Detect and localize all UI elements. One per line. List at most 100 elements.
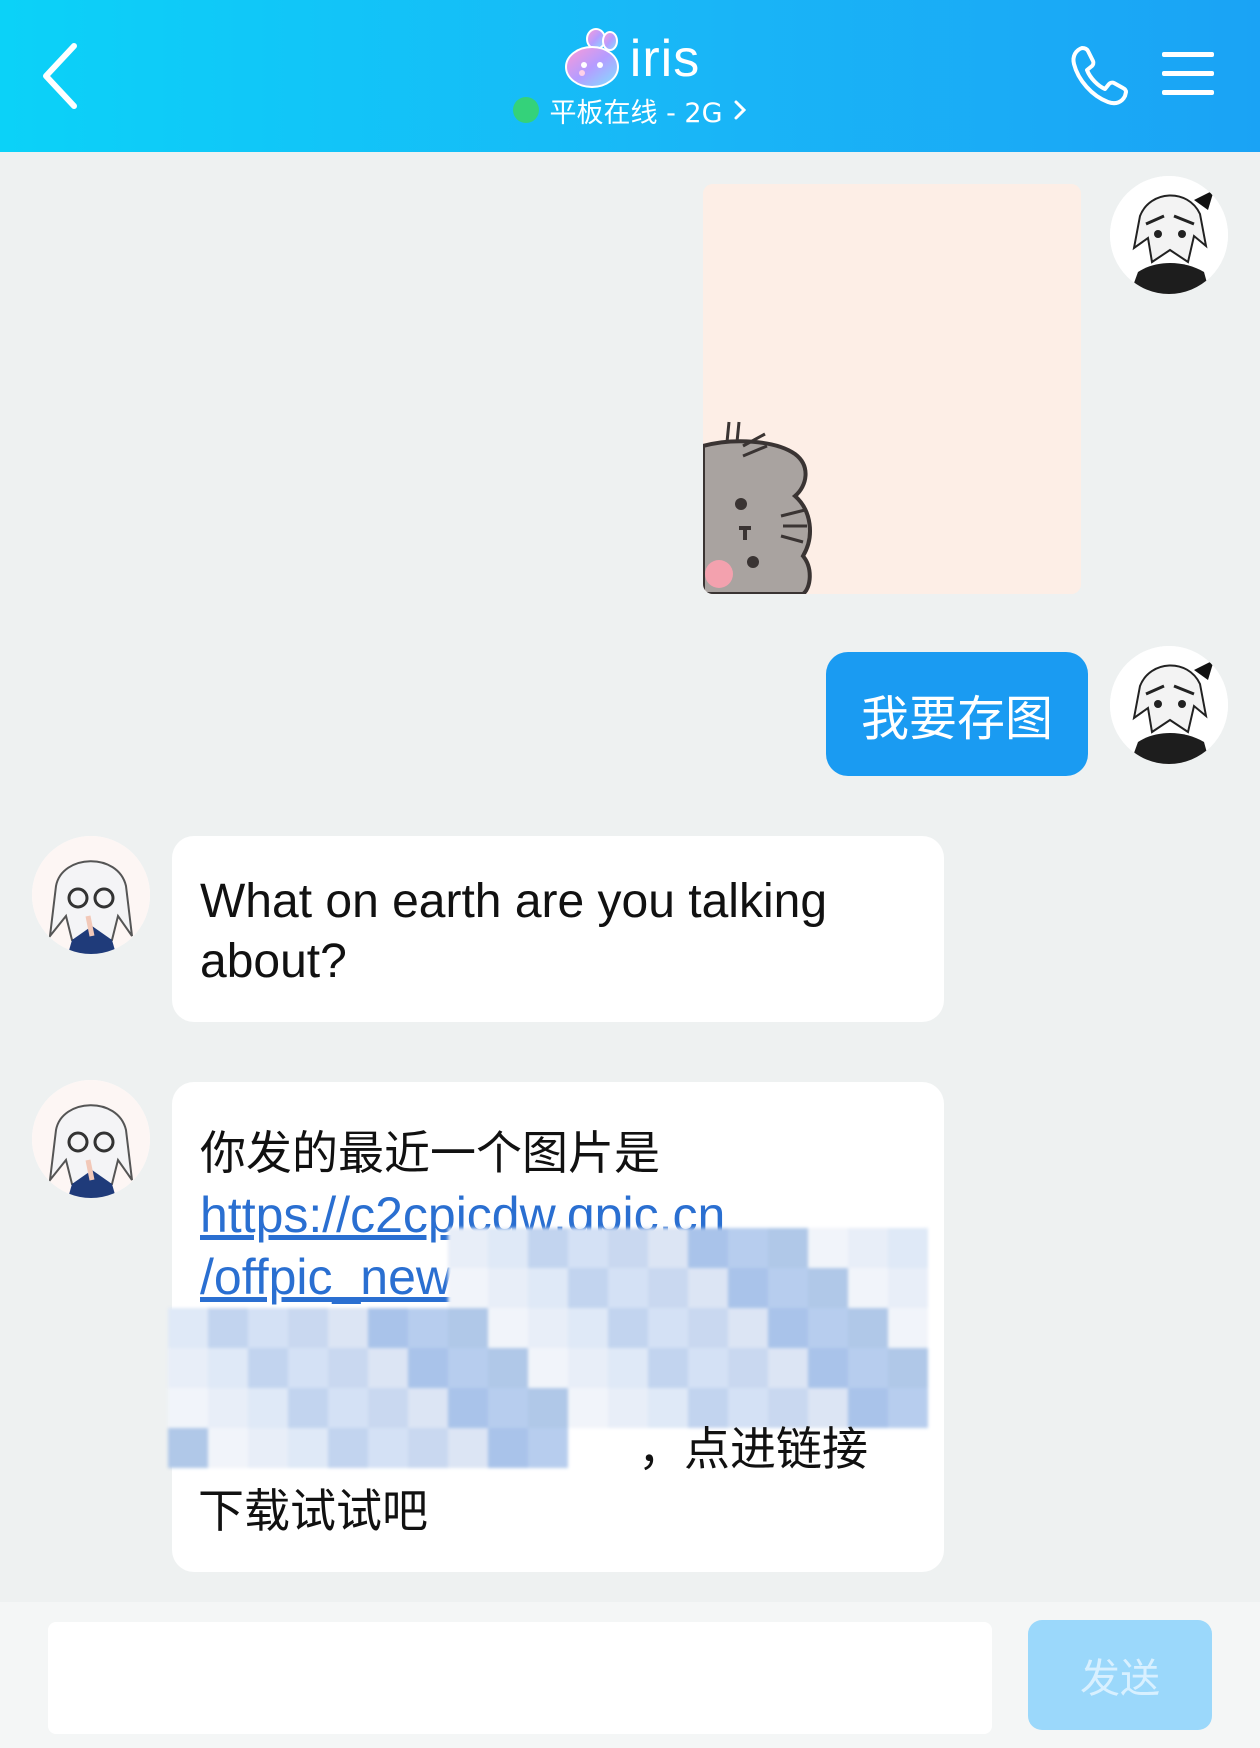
mosaic-cell (688, 1348, 728, 1388)
mosaic-cell (408, 1308, 448, 1348)
mosaic-cell (408, 1268, 448, 1308)
mosaic-cell (448, 1388, 488, 1428)
mosaic-cell (208, 1268, 248, 1308)
mosaic-cell (408, 1388, 448, 1428)
mosaic-cell (608, 1228, 648, 1268)
mosaic-cell (528, 1388, 568, 1428)
mosaic-cell (688, 1268, 728, 1308)
mosaic-cell (248, 1428, 288, 1468)
mosaic-cell (168, 1268, 208, 1308)
mosaic-cell (528, 1308, 568, 1348)
avatar-glasses-girl-icon (32, 1080, 150, 1198)
mosaic-cell (568, 1268, 608, 1308)
mosaic-cell (248, 1388, 288, 1428)
mosaic-cell (248, 1268, 288, 1308)
mosaic-cell (448, 1428, 488, 1468)
mosaic-cell (208, 1388, 248, 1428)
mosaic-cell (328, 1348, 368, 1388)
mosaic-cell (848, 1308, 888, 1348)
mosaic-cell (608, 1268, 648, 1308)
my-avatar[interactable] (1110, 176, 1228, 294)
mosaic-cell (248, 1228, 288, 1268)
mosaic-cell (608, 1308, 648, 1348)
mosaic-cell (808, 1308, 848, 1348)
mosaic-cell (728, 1308, 768, 1348)
mosaic-cell (608, 1348, 648, 1388)
message-input[interactable] (48, 1622, 992, 1734)
mosaic-cell (288, 1228, 328, 1268)
mosaic-cell (768, 1228, 808, 1268)
send-button[interactable]: 发送 (1028, 1620, 1212, 1730)
contact-avatar[interactable] (32, 1080, 150, 1198)
mosaic-cell (888, 1268, 928, 1308)
my-avatar[interactable] (1110, 646, 1228, 764)
avatar-glasses-girl-icon (32, 836, 150, 954)
avatar-girl-icon (1110, 176, 1228, 294)
mosaic-cell (288, 1428, 328, 1468)
outgoing-text-bubble[interactable]: 我要存图 (826, 652, 1088, 776)
menu-icon[interactable] (1160, 46, 1216, 102)
message-text: 下载试试吧 (198, 1484, 428, 1538)
mosaic-cell (288, 1348, 328, 1388)
mosaic-cell (168, 1348, 208, 1388)
mosaic-cell (848, 1348, 888, 1388)
chat-header: iris 平板在线 - 2G (0, 0, 1260, 152)
mosaic-cell (208, 1428, 248, 1468)
mosaic-cell (568, 1348, 608, 1388)
mosaic-cell (328, 1388, 368, 1428)
mosaic-cell (528, 1348, 568, 1388)
mosaic-cell (288, 1308, 328, 1348)
input-bar: 发送 (0, 1602, 1260, 1748)
mosaic-cell (208, 1348, 248, 1388)
mosaic-cell (448, 1308, 488, 1348)
incoming-text-bubble[interactable]: What on earth are you talking about? (172, 836, 944, 1022)
mosaic-cell (168, 1428, 208, 1468)
mosaic-cell (488, 1348, 528, 1388)
status-text: 平板在线 - 2G (549, 97, 723, 129)
mosaic-cell (688, 1228, 728, 1268)
contact-name: iris (629, 30, 701, 88)
mosaic-cell (768, 1308, 808, 1348)
mosaic-cell (888, 1228, 928, 1268)
mosaic-cell (328, 1308, 368, 1348)
mosaic-cell (168, 1228, 208, 1268)
mosaic-cell (208, 1308, 248, 1348)
mosaic-cell (528, 1428, 568, 1468)
mosaic-cell (848, 1228, 888, 1268)
mosaic-cell (648, 1348, 688, 1388)
mosaic-cell (248, 1348, 288, 1388)
phone-icon[interactable] (1068, 42, 1130, 108)
mosaic-cell (808, 1268, 848, 1308)
mosaic-cell (448, 1348, 488, 1388)
mosaic-cell (848, 1268, 888, 1308)
mosaic-cell (408, 1228, 448, 1268)
mosaic-cell (368, 1428, 408, 1468)
mosaic-cell (648, 1228, 688, 1268)
mosaic-cell (328, 1428, 368, 1468)
mosaic-cell (448, 1228, 488, 1268)
mosaic-cell (568, 1428, 608, 1468)
mosaic-cell (488, 1228, 528, 1268)
message-text: 你发的最近一个图片是 (200, 1126, 660, 1180)
mosaic-cell (488, 1428, 528, 1468)
online-dot-icon (513, 97, 540, 123)
mosaic-cell (208, 1228, 248, 1268)
mosaic-cell (768, 1348, 808, 1388)
mosaic-cell (368, 1308, 408, 1348)
mosaic-cell (408, 1428, 448, 1468)
mosaic-cell (168, 1308, 208, 1348)
mosaic-cell (528, 1228, 568, 1268)
mosaic-cell (408, 1348, 448, 1388)
mosaic-cell (648, 1268, 688, 1308)
mosaic-cell (368, 1348, 408, 1388)
mosaic-cell (288, 1388, 328, 1428)
mosaic-cell (528, 1268, 568, 1308)
mosaic-cell (888, 1428, 928, 1468)
mosaic-cell (248, 1308, 288, 1348)
mosaic-cell (568, 1228, 608, 1268)
mosaic-cell (728, 1268, 768, 1308)
contact-avatar[interactable] (32, 836, 150, 954)
image-message[interactable] (703, 184, 1081, 594)
mosaic-cell (328, 1268, 368, 1308)
mosaic-cell (328, 1228, 368, 1268)
